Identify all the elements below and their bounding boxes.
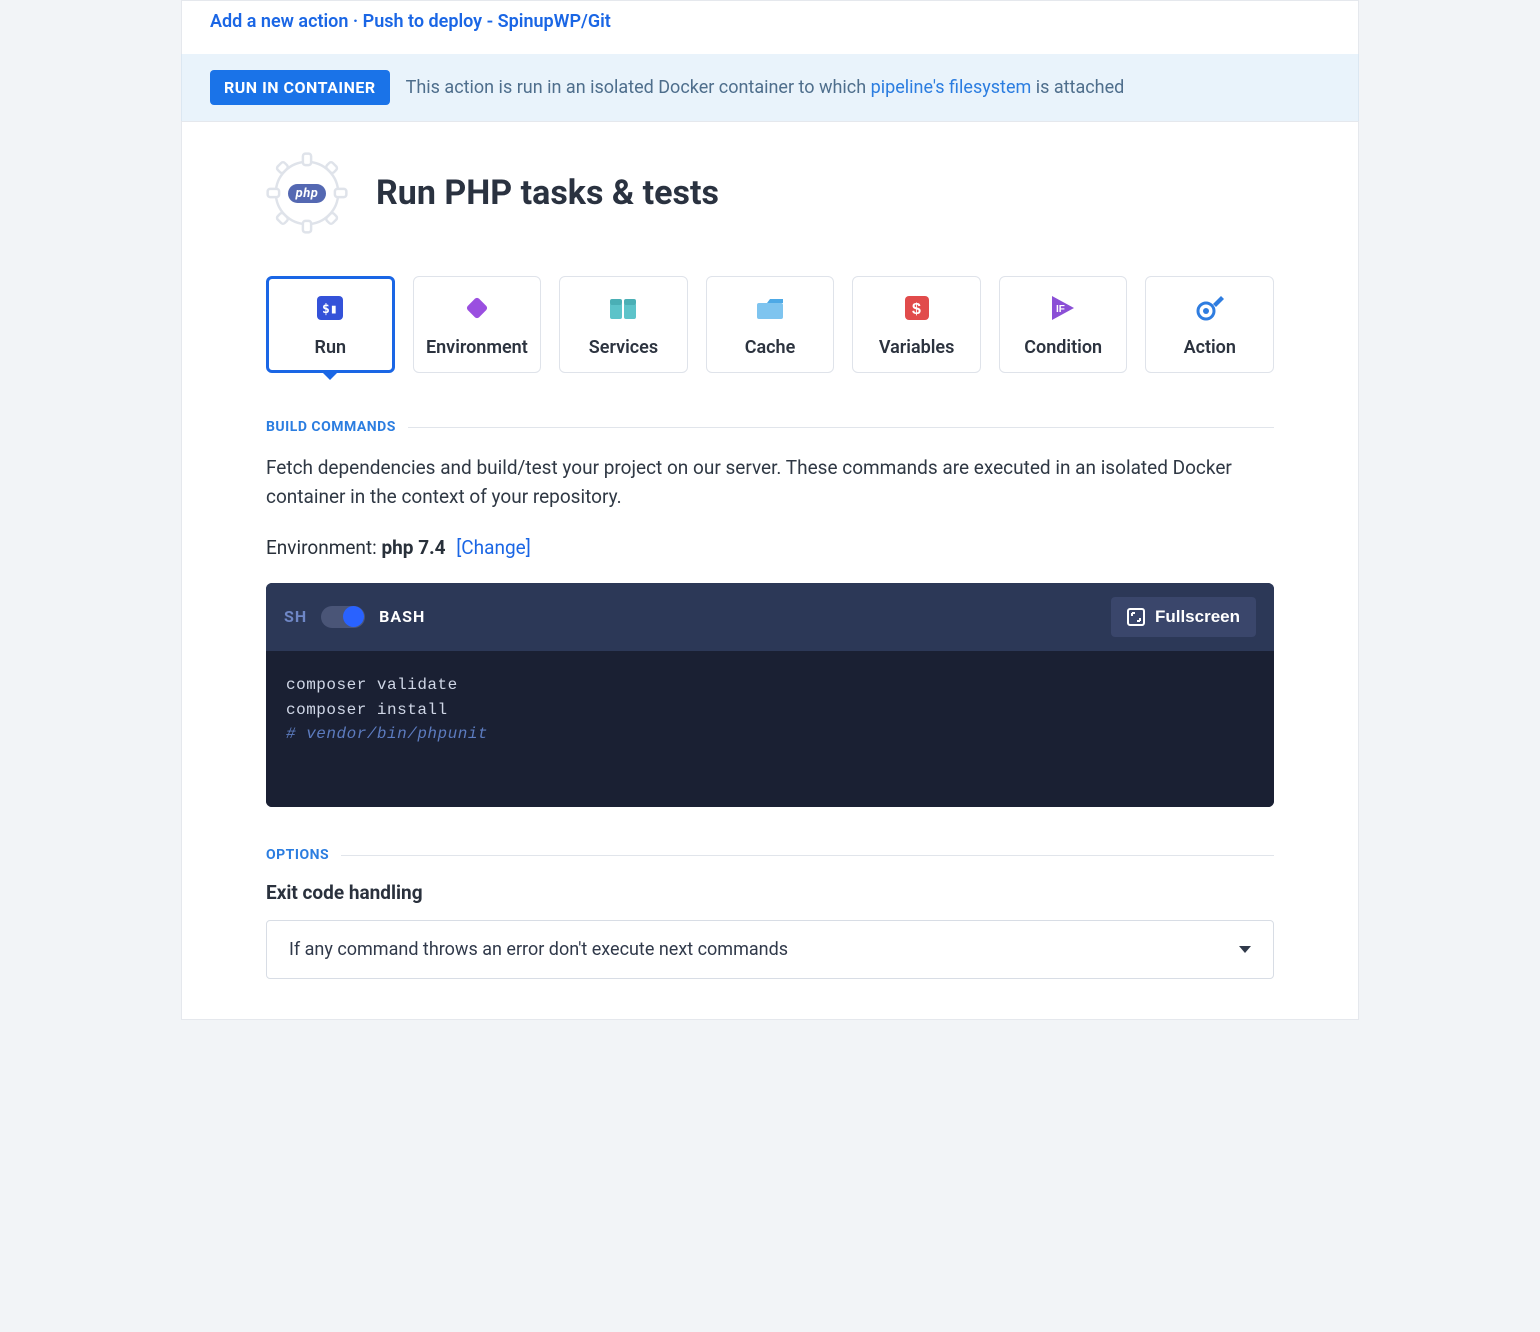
pipeline-filesystem-link[interactable]: pipeline's filesystem [871, 77, 1032, 98]
editor-toolbar: SH BASH Fullscreen [266, 583, 1274, 651]
editor-body[interactable]: composer validate composer install # ven… [266, 651, 1274, 807]
exit-code-select-value: If any command throws an error don't exe… [289, 939, 788, 960]
php-gear-icon: php [266, 152, 348, 234]
build-commands-section-label: BUILD COMMANDS [266, 419, 1274, 435]
tab-services[interactable]: Services [559, 276, 688, 373]
terminal-icon: $▮ [316, 293, 344, 323]
tab-run[interactable]: $▮ Run [266, 276, 395, 373]
header-row: php Run PHP tasks & tests [266, 152, 1274, 234]
bash-label: BASH [379, 607, 425, 626]
folder-icon [755, 293, 785, 323]
tab-action-label: Action [1184, 337, 1236, 358]
exit-code-heading: Exit code handling [266, 881, 1274, 904]
diamond-icon [463, 293, 491, 323]
tab-row: $▮ Run Environment Services Ca [266, 276, 1274, 373]
tab-action[interactable]: Action [1145, 276, 1274, 373]
code-editor: SH BASH Fullscreen composer validate com… [266, 583, 1274, 807]
tab-variables-label: Variables [879, 337, 955, 358]
fullscreen-button[interactable]: Fullscreen [1111, 597, 1256, 637]
svg-text:$▮: $▮ [322, 302, 338, 317]
exit-code-select[interactable]: If any command throws an error don't exe… [266, 920, 1274, 979]
php-badge-label: php [288, 184, 327, 203]
tab-environment[interactable]: Environment [413, 276, 542, 373]
info-text: This action is run in an isolated Docker… [406, 77, 1125, 98]
chevron-down-icon [1239, 946, 1251, 953]
info-strip: RUN IN CONTAINER This action is run in a… [181, 54, 1359, 121]
tab-run-label: Run [315, 337, 347, 358]
page-title: Run PHP tasks & tests [376, 173, 719, 213]
change-environment-link[interactable]: [Change] [456, 536, 530, 559]
environment-line: Environment: php 7.4 [Change] [266, 536, 1274, 559]
breadcrumb-pipeline[interactable]: Push to deploy - SpinupWP/Git [363, 11, 611, 32]
tab-variables[interactable]: $ Variables [852, 276, 981, 373]
tab-environment-label: Environment [426, 337, 528, 358]
tab-cache-label: Cache [745, 337, 796, 358]
tab-condition-label: Condition [1024, 337, 1102, 358]
play-if-icon: IF [1048, 293, 1078, 323]
run-in-container-badge: RUN IN CONTAINER [210, 70, 390, 105]
gear-wrench-icon [1195, 293, 1225, 323]
dollar-box-icon: $ [904, 293, 930, 323]
breadcrumb-separator: · [353, 11, 363, 32]
shell-toggle[interactable] [321, 606, 365, 628]
tab-services-label: Services [589, 337, 658, 358]
tab-cache[interactable]: Cache [706, 276, 835, 373]
build-help-text: Fetch dependencies and build/test your p… [266, 453, 1274, 512]
sh-label: SH [284, 607, 307, 626]
breadcrumb: Add a new action · Push to deploy - Spin… [181, 0, 1359, 54]
environment-value: php 7.4 [381, 536, 445, 559]
tab-condition[interactable]: IF Condition [999, 276, 1128, 373]
svg-text:IF: IF [1056, 304, 1065, 315]
breadcrumb-add-action[interactable]: Add a new action [210, 11, 348, 32]
boxes-icon [608, 293, 638, 323]
options-section-label: OPTIONS [266, 847, 1274, 863]
action-card: php Run PHP tasks & tests $▮ Run Environ… [181, 121, 1359, 1020]
fullscreen-icon [1127, 608, 1145, 626]
svg-text:$: $ [912, 301, 921, 318]
